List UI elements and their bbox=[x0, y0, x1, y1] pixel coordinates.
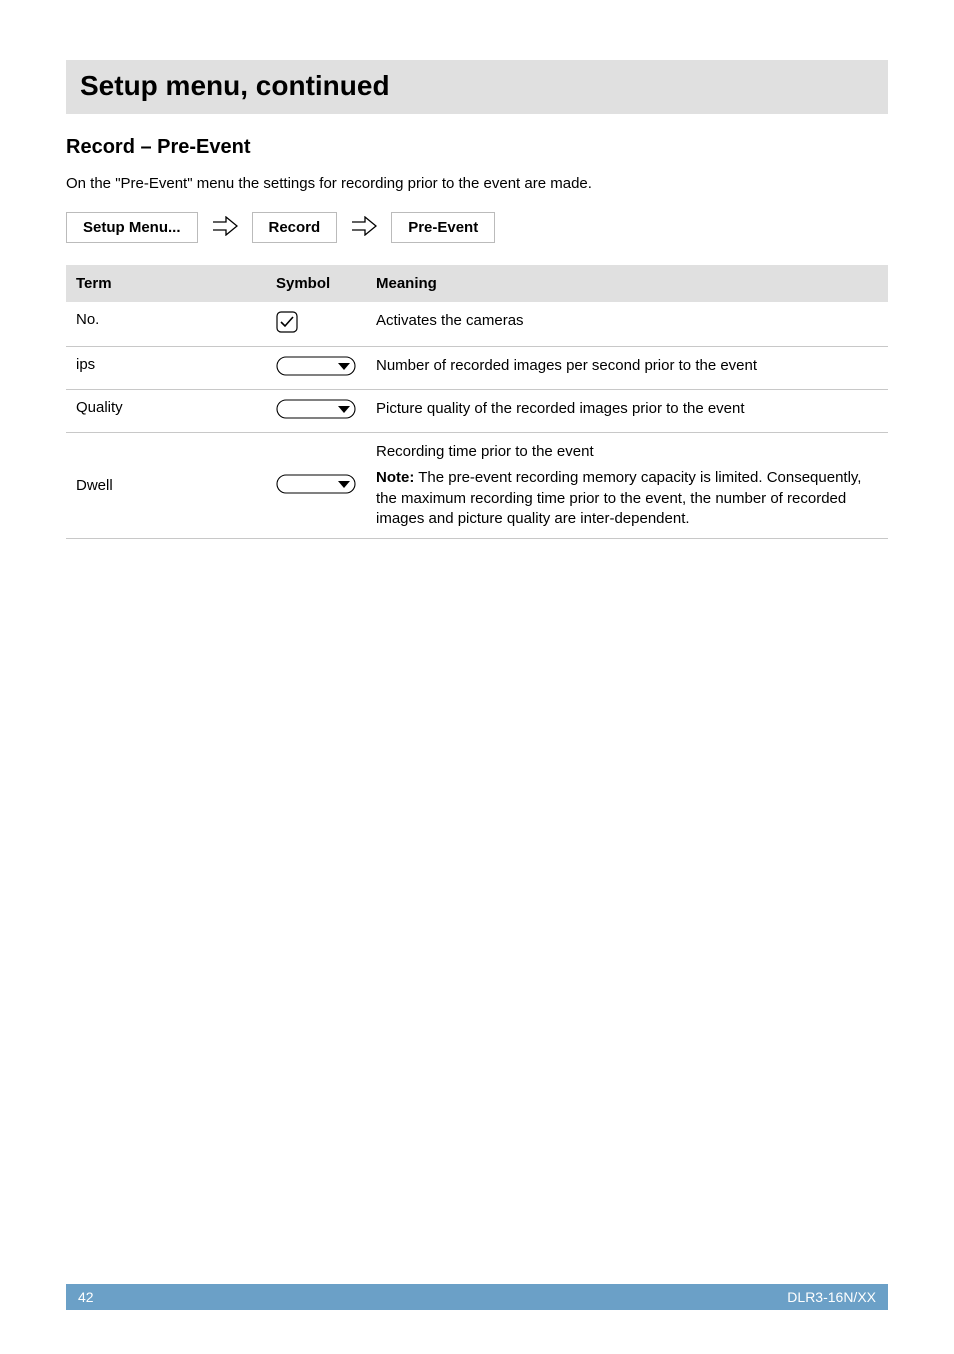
title-bar: Setup menu, continued bbox=[66, 60, 888, 114]
arrow-right-icon bbox=[212, 216, 238, 240]
note-text: The pre-event recording memory capacity … bbox=[376, 469, 861, 527]
page-content: Setup menu, continued Record – Pre-Event… bbox=[0, 0, 954, 539]
term-cell: ips bbox=[66, 347, 266, 390]
symbol-cell bbox=[266, 302, 366, 347]
symbol-cell bbox=[266, 433, 366, 539]
page-footer: 42 DLR3-16N/XX bbox=[0, 1284, 954, 1310]
table-row: Dwell Recording time prior to the event … bbox=[66, 433, 888, 539]
table-row: Quality Picture quality of the recorded … bbox=[66, 390, 888, 433]
breadcrumb-item-setup-menu: Setup Menu... bbox=[66, 212, 198, 243]
dropdown-icon bbox=[276, 399, 356, 419]
symbol-cell bbox=[266, 390, 366, 433]
table-header-row: Term Symbol Meaning bbox=[66, 265, 888, 302]
checkbox-icon bbox=[276, 311, 298, 333]
term-cell: No. bbox=[66, 302, 266, 347]
footer-bar: 42 DLR3-16N/XX bbox=[66, 1284, 888, 1310]
note-label: Note: bbox=[376, 469, 414, 486]
page-title: Setup menu, continued bbox=[80, 70, 874, 102]
header-symbol: Symbol bbox=[266, 265, 366, 302]
breadcrumb-item-record: Record bbox=[252, 212, 338, 243]
symbol-cell bbox=[266, 347, 366, 390]
meaning-cell: Recording time prior to the event Note: … bbox=[366, 433, 888, 539]
meaning-cell: Activates the cameras bbox=[366, 302, 888, 347]
settings-table: Term Symbol Meaning No. Activates the ca… bbox=[66, 265, 888, 539]
term-cell: Quality bbox=[66, 390, 266, 433]
breadcrumb: Setup Menu... Record Pre-Event bbox=[66, 212, 888, 243]
meaning-line1: Recording time prior to the event bbox=[376, 443, 594, 460]
table-row: No. Activates the cameras bbox=[66, 302, 888, 347]
table-row: ips Number of recorded images per second… bbox=[66, 347, 888, 390]
intro-paragraph: On the "Pre-Event" menu the settings for… bbox=[66, 175, 888, 192]
dropdown-icon bbox=[276, 356, 356, 376]
arrow-right-icon bbox=[351, 216, 377, 240]
section-heading: Record – Pre-Event bbox=[66, 136, 888, 159]
breadcrumb-item-pre-event: Pre-Event bbox=[391, 212, 495, 243]
dropdown-icon bbox=[276, 474, 356, 494]
meaning-cell: Picture quality of the recorded images p… bbox=[366, 390, 888, 433]
header-term: Term bbox=[66, 265, 266, 302]
note-block: Note: The pre-event recording memory cap… bbox=[376, 468, 878, 529]
header-meaning: Meaning bbox=[366, 265, 888, 302]
meaning-cell: Number of recorded images per second pri… bbox=[366, 347, 888, 390]
page-number: 42 bbox=[78, 1289, 94, 1305]
term-cell: Dwell bbox=[66, 433, 266, 539]
doc-id: DLR3-16N/XX bbox=[787, 1289, 876, 1305]
